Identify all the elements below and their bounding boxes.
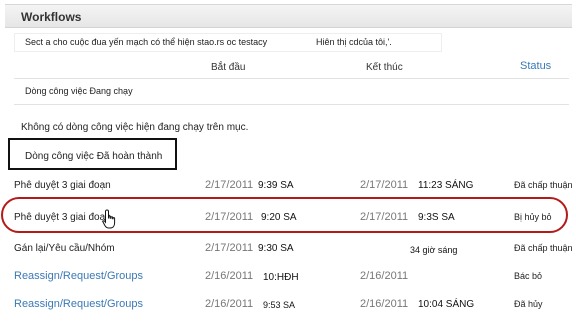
running-workflows-label: Dòng công việc Đang chạy xyxy=(25,86,133,96)
start-time: 10:HĐH xyxy=(263,272,299,283)
end-date: 2/16/2011 xyxy=(360,298,409,310)
header-divider xyxy=(14,78,569,79)
status-text: Đã hủy xyxy=(514,299,543,309)
start-time: 9:39 SA xyxy=(258,180,294,191)
show-my-workflows-link[interactable]: Hiên thị cdcủa tôi,'. xyxy=(316,37,392,47)
completed-workflows-section: Dòng công việc Đã hoàn thành xyxy=(8,138,177,170)
completed-workflows-label: Dòng công việc Đã hoàn thành xyxy=(25,151,163,162)
end-time: 11:23 SÁNG xyxy=(418,180,474,191)
start-workflow-link[interactable]: Sect a cho cuộc đua yến mạch có thể hiện… xyxy=(25,37,267,47)
status-text: Đã chấp thuận xyxy=(514,180,573,190)
running-divider xyxy=(14,104,569,105)
start-time: 9:30 SA xyxy=(258,243,294,254)
status-text: Đã chấp thuận xyxy=(514,243,573,253)
end-time: 10:04 SÁNG xyxy=(418,299,475,310)
hand-pointer-icon xyxy=(102,209,116,229)
workflow-name[interactable]: Reassign/Request/Groups xyxy=(14,298,143,310)
workflow-name[interactable]: Gán lại/Yêu cầu/Nhóm xyxy=(14,243,115,254)
workflows-panel: Workflows Sect a cho cuộc đua yến mạch c… xyxy=(5,4,573,324)
start-time: 9:53 SA xyxy=(263,300,296,310)
start-workflow-bar: Sect a cho cuộc đua yến mạch có thể hiện… xyxy=(14,33,442,52)
table-row[interactable]: Gán lại/Yêu cầu/Nhóm 2/17/2011 9:30 SA 3… xyxy=(5,239,573,261)
workflow-name[interactable]: Phê duyệt 3 giai đoạn xyxy=(14,180,111,191)
column-header-started[interactable]: Bắt đầu xyxy=(211,62,245,73)
end-date: 2/17/2011 xyxy=(360,179,409,191)
end-date: 2/16/2011 xyxy=(360,270,409,282)
table-row[interactable]: Reassign/Request/Groups 2/16/2011 9:53 S… xyxy=(5,295,572,317)
start-date: 2/17/2011 xyxy=(205,179,254,191)
table-row[interactable]: Phê duyệt 3 giai đoạn 2/17/2011 9:39 SA … xyxy=(5,176,573,198)
workflows-header: Workflows xyxy=(5,5,572,28)
no-running-workflows-text: Không có dòng công việc hiện đang chạy t… xyxy=(21,122,249,133)
highlight-ring xyxy=(1,197,568,233)
start-date: 2/16/2011 xyxy=(205,298,254,310)
page-title: Workflows xyxy=(21,10,82,24)
status-text: Bác bỏ xyxy=(514,271,543,281)
column-header-ended[interactable]: Kết thúc xyxy=(366,62,403,73)
table-row[interactable]: Reassign/Request/Groups 2/16/2011 10:HĐH… xyxy=(5,267,572,289)
column-header-status[interactable]: Status xyxy=(520,60,551,72)
workflow-name[interactable]: Reassign/Request/Groups xyxy=(14,270,143,282)
start-date: 2/16/2011 xyxy=(205,270,254,282)
start-date: 2/17/2011 xyxy=(205,242,254,254)
end-time: 34 giờ sáng xyxy=(410,245,458,255)
